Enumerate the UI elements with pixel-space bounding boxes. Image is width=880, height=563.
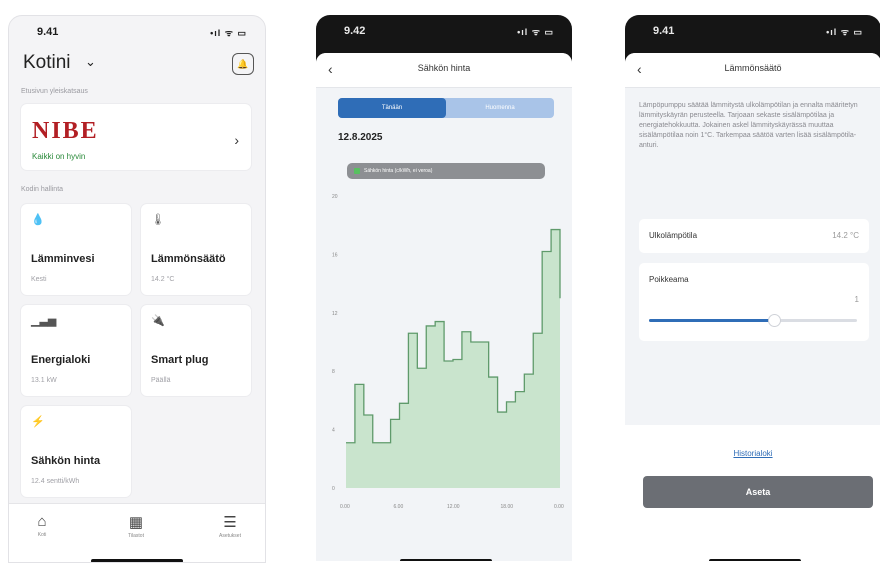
offset-slider[interactable]	[649, 314, 857, 327]
section-label-controls: Kodin hallinta	[21, 186, 64, 193]
tile-value: 13.1 kW	[31, 377, 57, 384]
x-tick-label: 0.00	[340, 504, 350, 510]
price-sheet: ‹ Sähkön hinta Tänään Huomenna 12.8.2025…	[316, 53, 572, 561]
status-indicators-icon: •ıl ᯤ ▭	[210, 28, 247, 38]
description-text: Lämpöpumppu säätää lämmitystä ulkolämpöt…	[639, 102, 858, 149]
tab-bar: ⌂ Koti ▦ Tilastot ☰ Asetukset	[9, 503, 265, 562]
x-tick-label: 12.00	[447, 504, 460, 510]
chevron-down-icon[interactable]: ⌄	[85, 54, 96, 70]
tile-heat-control[interactable]: 🌡 Lämmönsäätö 14.2 °C	[141, 204, 251, 295]
x-tick-label: 18.00	[501, 504, 514, 510]
status-bar: 9.42 •ıl ᯤ ▭	[316, 15, 572, 45]
chart-date: 12.8.2025	[338, 132, 383, 143]
tab-label: Asetukset	[219, 533, 241, 539]
price-area	[346, 229, 560, 488]
tile-smart-plug[interactable]: 🔌 Smart plug Päällä	[141, 305, 251, 396]
status-indicators-icon: •ıl ᯤ ▭	[517, 27, 554, 37]
status-indicators-icon: •ıl ᯤ ▭	[826, 27, 863, 37]
tile-electricity-price[interactable]: ⚡ Sähkön hinta 12.4 sentti/kWh	[21, 406, 131, 497]
status-bar: 9.41 •ıl ᯤ ▭	[9, 16, 265, 46]
price-screen: 9.42 •ıl ᯤ ▭ ‹ Sähkön hinta Tänään Huome…	[316, 15, 572, 561]
bar-chart-icon: ▁▃▅	[31, 315, 57, 327]
outdoor-temp-value: 14.2 °C	[832, 231, 859, 240]
slider-knob[interactable]	[767, 314, 781, 327]
tile-name: Sähkön hinta	[31, 455, 101, 467]
thermometer-icon: 🌡	[151, 214, 165, 226]
x-tick-label: 0.00	[554, 504, 564, 510]
action-footer: Historialoki Aseta	[625, 425, 880, 561]
chevron-right-icon: ›	[234, 132, 239, 148]
status-time: 9.41	[37, 26, 59, 38]
outdoor-temp-row: Ulkolämpötila 14.2 °C	[639, 219, 869, 253]
offset-row: Poikkeama 1	[639, 263, 869, 341]
tab-stats[interactable]: ▦ Tilastot	[111, 513, 161, 539]
device-status: Kaikki on hyvin	[32, 152, 86, 161]
segment-today[interactable]: Tänään	[338, 98, 446, 118]
y-tick-label: 4	[332, 428, 335, 434]
tile-value: Kesti	[31, 276, 47, 283]
water-drop-icon: 💧	[31, 214, 45, 226]
plug-icon: 🔌	[151, 315, 165, 327]
nav-title: Lämmönsäätö	[724, 63, 782, 73]
legend-swatch	[354, 167, 360, 174]
price-chart: 0 4 8 12 16 20 0.00 6.00 12.00 18.00 0.00	[332, 194, 564, 510]
tile-name: Lämmönsäätö	[151, 253, 226, 265]
tile-name: Smart plug	[151, 354, 209, 366]
home-selector-title[interactable]: Kotini	[23, 52, 71, 74]
y-tick-label: 20	[332, 194, 338, 200]
nibe-device-card[interactable]: NIBE Kaikki on hyvin ›	[21, 104, 251, 170]
section-label-overview: Etusivun yleiskatsaus	[21, 88, 88, 95]
tile-name: Lämminvesi	[31, 253, 95, 265]
tile-name: Energialoki	[31, 354, 91, 366]
home-screen: 9.41 •ıl ᯤ ▭ Kotini ⌄ 🔔 Etusivun yleiska…	[8, 15, 266, 563]
x-tick-label: 6.00	[394, 504, 404, 510]
y-tick-label: 16	[332, 252, 338, 258]
tab-label: Tilastot	[128, 533, 144, 539]
legend-label: Sähkön hinta (c/kWh, ei veroa)	[364, 168, 433, 174]
notification-bell-icon[interactable]: 🔔	[232, 53, 254, 75]
tab-home[interactable]: ⌂ Koti	[17, 513, 67, 538]
outdoor-temp-label: Ulkolämpötila	[649, 231, 698, 240]
tile-hot-water[interactable]: 💧 Lämminvesi Kesti	[21, 204, 131, 295]
nav-bar: ‹ Lämmönsäätö	[625, 53, 880, 88]
set-button[interactable]: Aseta	[643, 476, 873, 508]
chart-legend: Sähkön hinta (c/kWh, ei veroa)	[347, 163, 545, 179]
tile-value: Päällä	[151, 377, 171, 384]
tab-label: Koti	[37, 532, 47, 538]
lightning-icon: ⚡	[31, 416, 45, 428]
y-tick-label: 8	[332, 369, 335, 375]
offset-value: 1	[854, 295, 859, 304]
status-time: 9.41	[653, 25, 675, 37]
calendar-icon: ▦	[128, 514, 144, 531]
nibe-logo: NIBE	[32, 118, 99, 144]
history-log-link[interactable]: Historialoki	[625, 449, 880, 458]
nav-title: Sähkön hinta	[417, 63, 471, 73]
settings-sliders-icon: ☰	[223, 514, 237, 531]
heat-sheet: ‹ Lämmönsäätö Lämpöpumppu säätää lämmity…	[625, 53, 880, 561]
tile-value: 14.2 °C	[151, 276, 175, 283]
tile-value: 12.4 sentti/kWh	[31, 478, 80, 485]
home-icon: ⌂	[37, 513, 47, 530]
y-tick-label: 0	[332, 486, 335, 492]
status-time: 9.42	[344, 25, 366, 37]
y-tick-label: 12	[332, 311, 338, 317]
status-bar: 9.41 •ıl ᯤ ▭	[625, 15, 880, 45]
segment-tomorrow[interactable]: Huomenna	[446, 98, 554, 118]
heat-control-screen: 9.41 •ıl ᯤ ▭ ‹ Lämmönsäätö Lämpöpumppu s…	[625, 15, 880, 561]
nav-bar: ‹ Sähkön hinta	[316, 53, 572, 88]
tab-settings[interactable]: ☰ Asetukset	[205, 513, 255, 539]
offset-label: Poikkeama	[649, 275, 689, 284]
home-indicator	[91, 559, 183, 562]
day-segmented-control: Tänään Huomenna	[338, 98, 554, 118]
slider-fill	[649, 319, 774, 322]
tile-energy-log[interactable]: ▁▃▅ Energialoki 13.1 kW	[21, 305, 131, 396]
